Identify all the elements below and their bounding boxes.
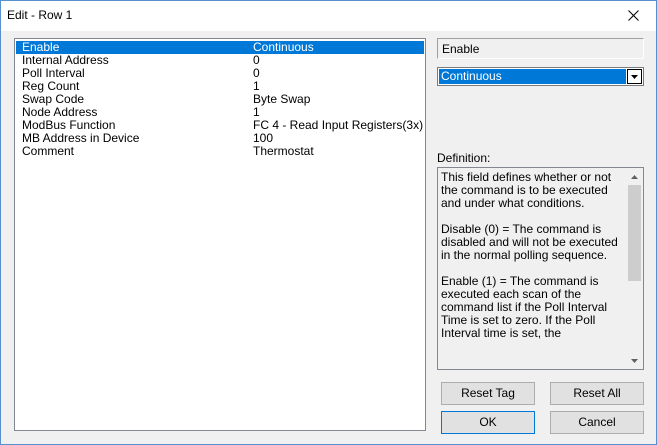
property-value: 100 — [253, 132, 274, 145]
scroll-up-icon — [631, 174, 638, 179]
definition-scrollbar[interactable] — [626, 168, 643, 369]
value-select[interactable]: Continuous — [437, 67, 644, 86]
scroll-down-button[interactable] — [626, 352, 643, 369]
property-value: Thermostat — [253, 145, 314, 158]
ok-button[interactable]: OK — [441, 411, 535, 434]
scrollbar-thumb[interactable] — [628, 185, 641, 281]
close-button[interactable] — [610, 1, 656, 30]
definition-text: This field defines whether or not the co… — [441, 170, 618, 340]
property-value: 1 — [253, 106, 260, 119]
dropdown-button[interactable] — [627, 69, 642, 84]
reset-all-button[interactable]: Reset All — [550, 382, 644, 405]
close-icon — [627, 10, 639, 21]
value-select-current: Continuous — [439, 69, 626, 84]
edit-dialog: Edit - Row 1 Enable Continuous Internal … — [0, 0, 657, 445]
definition-textbox[interactable]: This field defines whether or not the co… — [437, 167, 644, 370]
property-name: Comment — [22, 144, 75, 158]
selected-field-label-text: Enable — [442, 42, 480, 56]
property-value: Continuous — [253, 41, 314, 54]
selected-field-label: Enable — [437, 38, 644, 59]
property-list[interactable]: Enable Continuous Internal Address 0 Pol… — [14, 38, 426, 431]
reset-tag-button[interactable]: Reset Tag — [441, 382, 535, 405]
property-row-comment[interactable]: Comment Thermostat — [16, 145, 424, 158]
scroll-up-button[interactable] — [626, 168, 643, 185]
chevron-down-icon — [631, 74, 638, 79]
property-value: Byte Swap — [253, 93, 311, 106]
cancel-button[interactable]: Cancel — [550, 411, 644, 434]
title-bar[interactable]: Edit - Row 1 — [1, 1, 656, 31]
definition-label: Definition: — [437, 151, 491, 165]
property-value: 0 — [253, 67, 260, 80]
property-value: 1 — [253, 80, 260, 93]
window-title: Edit - Row 1 — [7, 8, 73, 22]
property-value: FC 4 - Read Input Registers(3x) — [253, 119, 424, 132]
scroll-down-icon — [631, 358, 638, 363]
property-value: 0 — [253, 54, 260, 67]
property-row-mb-address[interactable]: MB Address in Device 100 — [16, 132, 424, 145]
